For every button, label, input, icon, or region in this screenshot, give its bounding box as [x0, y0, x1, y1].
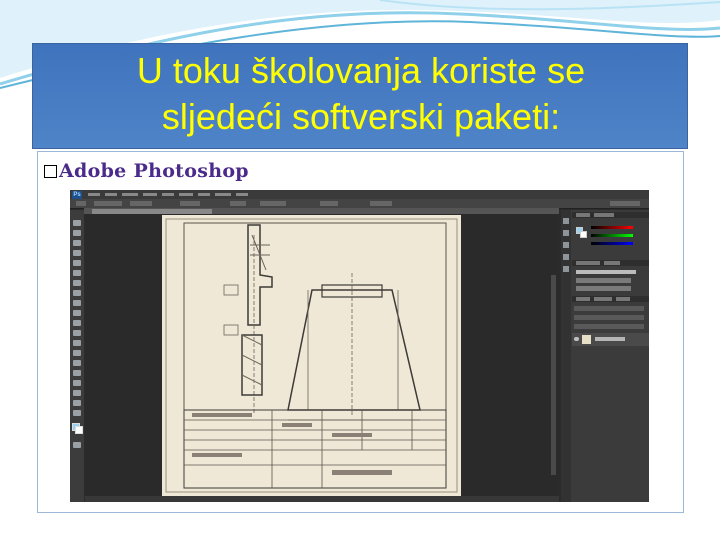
document-tab-bar [84, 208, 559, 214]
option-control[interactable] [94, 201, 122, 206]
right-panels [561, 210, 649, 502]
ps-menu-placeholder [105, 193, 117, 196]
layer-name [595, 337, 625, 341]
shape-tool-icon[interactable] [73, 390, 81, 396]
history-panel-icon[interactable] [563, 218, 569, 224]
ps-menu-placeholder [88, 193, 100, 196]
hand-tool-icon[interactable] [73, 400, 81, 406]
paragraph-panel-icon[interactable] [563, 266, 569, 272]
panel-background-swatch[interactable] [580, 231, 587, 238]
tab-layers[interactable] [576, 297, 590, 301]
ps-menu-placeholder [215, 193, 231, 196]
panel-icon-strip [561, 210, 571, 502]
adjustment-icons-row[interactable] [576, 278, 631, 283]
bullet-box-icon [44, 164, 57, 178]
technical-drawing-image [162, 215, 461, 496]
option-control[interactable] [370, 201, 392, 206]
tab-swatches[interactable] [594, 213, 614, 217]
ps-menu-placeholder [198, 193, 210, 196]
option-control[interactable] [320, 201, 338, 206]
tab-channels[interactable] [594, 297, 612, 301]
slide-title: U toku školovanja koriste se sljedeći so… [33, 48, 689, 140]
toolbox [70, 210, 84, 502]
layer-filter-bar[interactable] [574, 306, 644, 311]
ps-menu-placeholder [236, 193, 248, 196]
stamp-tool-icon[interactable] [73, 300, 81, 306]
lock-options[interactable] [574, 324, 644, 329]
adjustments-panel-tabs [572, 260, 649, 266]
pen-tool-icon[interactable] [73, 360, 81, 366]
quick-mask-icon[interactable] [73, 442, 81, 448]
title-line-2: sljedeći softverski paketi: [161, 96, 561, 137]
blue-slider[interactable] [591, 242, 633, 245]
path-selection-tool-icon[interactable] [73, 380, 81, 386]
bullet-text: Adobe Photoshop [59, 160, 249, 182]
brush-panel-icon[interactable] [563, 242, 569, 248]
tab-adjustments[interactable] [576, 261, 600, 265]
tab-styles[interactable] [604, 261, 620, 265]
color-panel-tabs [572, 212, 649, 218]
option-control[interactable] [230, 201, 246, 206]
eyedropper-tool-icon[interactable] [73, 270, 81, 276]
bullet-item: Adobe Photoshop [44, 157, 249, 185]
option-control[interactable] [180, 201, 200, 206]
tab-color[interactable] [576, 213, 590, 217]
eraser-tool-icon[interactable] [73, 320, 81, 326]
red-slider[interactable] [591, 226, 633, 229]
blur-tool-icon[interactable] [73, 340, 81, 346]
blend-mode-select[interactable] [574, 315, 644, 320]
ps-logo-icon: Ps [72, 190, 82, 199]
history-brush-tool-icon[interactable] [73, 310, 81, 316]
lasso-tool-icon[interactable] [73, 240, 81, 246]
photoshop-screenshot: Ps [70, 190, 649, 502]
title-line-1: U toku školovanja koriste se [136, 50, 586, 91]
workspace-select[interactable] [610, 201, 640, 206]
title-banner: U toku školovanja koriste se sljedeći so… [32, 43, 688, 149]
tab-paths[interactable] [616, 297, 630, 301]
type-tool-icon[interactable] [73, 370, 81, 376]
ps-menubar: Ps [70, 190, 649, 199]
marquee-tool-icon[interactable] [73, 230, 81, 236]
layers-panel-tabs [572, 296, 649, 302]
dodge-tool-icon[interactable] [73, 350, 81, 356]
add-adjustment-label [576, 270, 636, 274]
ps-menu-placeholder [179, 193, 193, 196]
vertical-scrollbar[interactable] [551, 275, 556, 475]
document-tab[interactable] [92, 209, 212, 214]
gradient-tool-icon[interactable] [73, 330, 81, 336]
brush-tool-icon[interactable] [73, 290, 81, 296]
option-control[interactable] [260, 201, 286, 206]
green-slider[interactable] [591, 234, 633, 237]
magic-wand-tool-icon[interactable] [73, 250, 81, 256]
canvas-area[interactable] [85, 215, 559, 496]
background-color-swatch[interactable] [75, 426, 83, 434]
layer-thumbnail-icon [582, 335, 591, 344]
status-bar [85, 496, 559, 502]
option-control[interactable] [130, 201, 152, 206]
adjustment-icons-row[interactable] [576, 286, 631, 291]
character-panel-icon[interactable] [563, 254, 569, 260]
healing-tool-icon[interactable] [73, 280, 81, 286]
crop-tool-icon[interactable] [73, 260, 81, 266]
scanned-technical-drawing [162, 215, 461, 496]
ps-menu-placeholder [162, 193, 174, 196]
ps-menu-placeholder [143, 193, 157, 196]
option-control[interactable] [76, 201, 86, 206]
visibility-eye-icon[interactable] [574, 337, 579, 341]
properties-panel-icon[interactable] [563, 230, 569, 236]
zoom-tool-icon[interactable] [73, 410, 81, 416]
move-tool-icon[interactable] [73, 220, 81, 226]
ps-menu-placeholder [122, 193, 138, 196]
